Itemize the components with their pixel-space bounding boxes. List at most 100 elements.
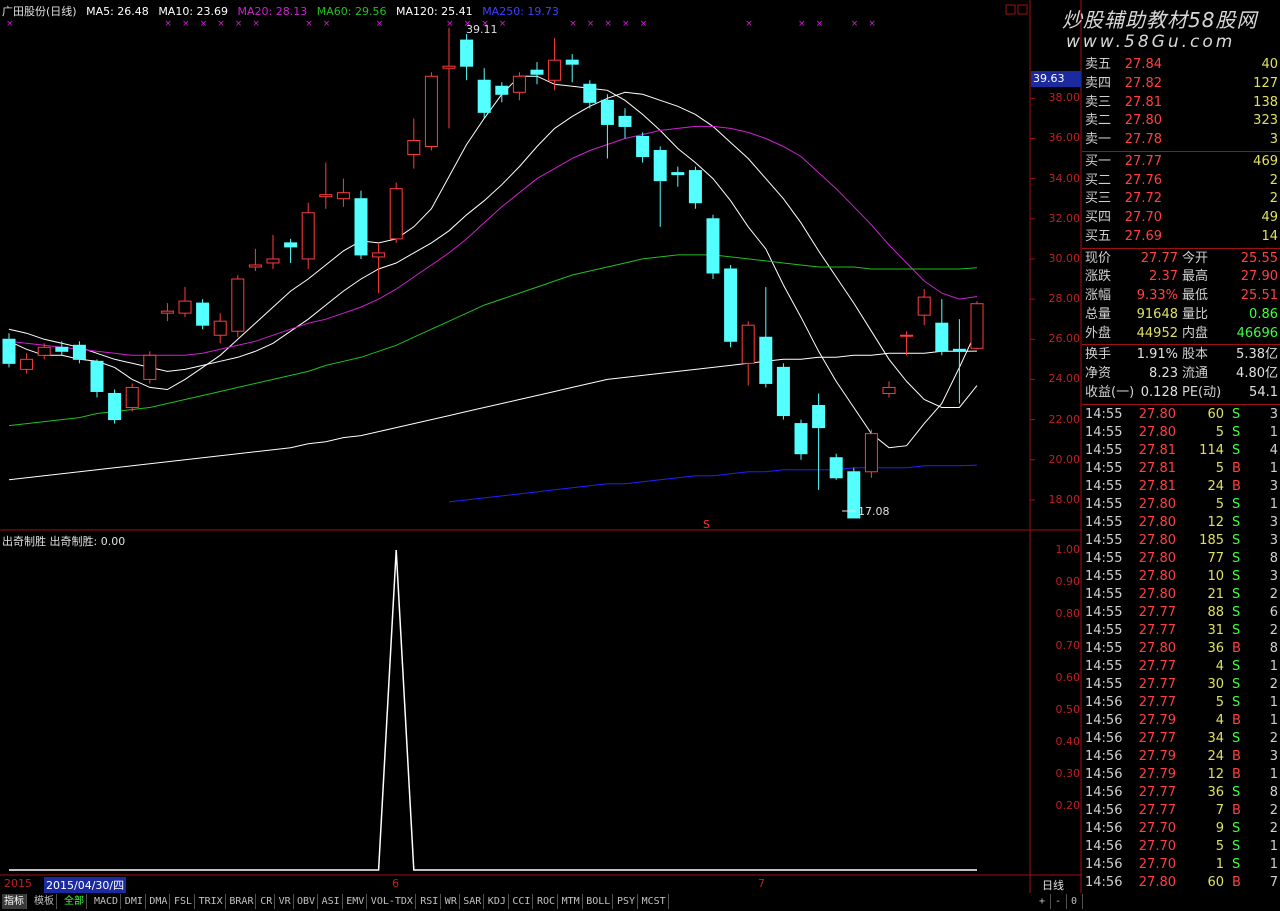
tab-cci[interactable]: CCI <box>510 894 534 909</box>
sell-level-row[interactable]: 卖四 27.82 127 <box>1082 75 1280 93</box>
tick-row[interactable]: 14:56 27.79 12 B 1 <box>1082 766 1280 784</box>
tick-volume: 7 <box>1215 802 1224 818</box>
tick-row[interactable]: 14:56 27.80 60 B 7 <box>1082 874 1280 892</box>
stat-row[interactable]: 净资 8.23 流通 4.80亿 <box>1082 365 1280 383</box>
candle-up <box>882 386 896 394</box>
quote-row[interactable]: 总量 91648 量比 0.86 <box>1082 306 1280 324</box>
window-restore-icon[interactable] <box>1005 4 1016 15</box>
tab-sar[interactable]: SAR <box>461 894 485 909</box>
buy-level-row[interactable]: 买五 27.69 14 <box>1082 228 1280 246</box>
window-close-icon[interactable] <box>1017 4 1028 15</box>
tick-row[interactable]: 14:55 27.80 36 B 8 <box>1082 640 1280 658</box>
tick-row[interactable]: 14:56 27.77 7 B 2 <box>1082 802 1280 820</box>
tick-row[interactable]: 14:56 27.70 9 S 2 <box>1082 820 1280 838</box>
zoom-in-button[interactable]: + <box>1034 894 1051 909</box>
tick-count: 2 <box>1269 820 1278 836</box>
tick-row[interactable]: 14:56 27.77 5 S 1 <box>1082 694 1280 712</box>
quote-row[interactable]: 涨幅 9.33% 最低 25.51 <box>1082 287 1280 305</box>
tick-row[interactable]: 14:55 27.77 30 S 2 <box>1082 676 1280 694</box>
quote-panel: 卖五 27.84 40 卖四 27.82 127 卖三 27.81 138 卖二 27.80 323 卖… <box>1082 56 1280 911</box>
stat-value: 0.128 <box>1140 384 1178 400</box>
tick-row[interactable]: 14:55 27.80 10 S 3 <box>1082 568 1280 586</box>
tab-kdj[interactable]: KDJ <box>486 894 509 909</box>
tick-price: 27.80 <box>1138 424 1176 440</box>
tick-row[interactable]: 14:55 27.80 77 S 8 <box>1082 550 1280 568</box>
tab-psy[interactable]: PSY <box>615 894 639 909</box>
tick-row[interactable]: 14:55 27.80 5 S 1 <box>1082 496 1280 514</box>
tick-row[interactable]: 14:56 27.70 1 S 1 <box>1082 856 1280 874</box>
tick-row[interactable]: 14:55 27.77 31 S 2 <box>1082 622 1280 640</box>
tick-volume: 36 <box>1207 784 1224 800</box>
tick-row[interactable]: 14:55 27.81 24 B 3 <box>1082 478 1280 496</box>
tab-dma[interactable]: DMA <box>147 894 171 909</box>
quote-row[interactable]: 外盘 44952 内盘 46696 <box>1082 325 1280 343</box>
tick-row[interactable]: 14:56 27.70 5 S 1 <box>1082 838 1280 856</box>
tab-brar[interactable]: BRAR <box>227 894 257 909</box>
tick-row[interactable]: 14:55 27.80 5 S 1 <box>1082 424 1280 442</box>
stat-row[interactable]: 换手 1.91% 股本 5.38亿 <box>1082 346 1280 364</box>
tick-row[interactable]: 14:55 27.80 185 S 3 <box>1082 532 1280 550</box>
buy-level-row[interactable]: 买二 27.76 2 <box>1082 172 1280 190</box>
tab-mcst[interactable]: MCST <box>640 894 669 909</box>
candle-up <box>424 75 438 148</box>
tick-row[interactable]: 14:55 27.81 114 S 4 <box>1082 442 1280 460</box>
tick-row[interactable]: 14:55 27.80 60 S 3 <box>1082 406 1280 424</box>
tick-time: 14:56 <box>1085 838 1123 854</box>
tick-time: 14:55 <box>1085 640 1123 656</box>
tab-wr[interactable]: WR <box>443 894 460 909</box>
candle-up <box>336 192 350 200</box>
stat-row[interactable]: 收益(一) 0.128 PE(动) 54.1 <box>1082 384 1280 402</box>
buy-level-row[interactable]: 买一 27.77 469 <box>1082 153 1280 171</box>
tab-emv[interactable]: EMV <box>344 894 368 909</box>
buy-level-row[interactable]: 买三 27.72 2 <box>1082 190 1280 208</box>
tick-side: B <box>1232 478 1241 494</box>
ma120-label: MA120: 25.41 <box>395 5 473 18</box>
tab-boll[interactable]: BOLL <box>584 894 614 909</box>
candle-up <box>301 212 315 260</box>
tab-rsi[interactable]: RSI <box>418 894 442 909</box>
tick-row[interactable]: 14:55 27.77 4 S 1 <box>1082 658 1280 676</box>
tick-row[interactable]: 14:56 27.77 36 S 8 <box>1082 784 1280 802</box>
tab-macd[interactable]: MACD <box>92 894 122 909</box>
tick-count: 4 <box>1269 442 1278 458</box>
tab-dmi[interactable]: DMI <box>123 894 146 909</box>
tick-row[interactable]: 14:56 27.79 4 B 1 <box>1082 712 1280 730</box>
tick-row[interactable]: 14:55 27.80 12 S 3 <box>1082 514 1280 532</box>
tab-vr[interactable]: VR <box>277 894 294 909</box>
tab-fsl[interactable]: FSL <box>172 894 196 909</box>
tab-vol-tdx[interactable]: VOL-TDX <box>369 894 416 909</box>
tick-row[interactable]: 14:55 27.77 88 S 6 <box>1082 604 1280 622</box>
indicator-plot <box>9 549 977 871</box>
period-label[interactable]: 日线 <box>1042 877 1064 893</box>
candle-down <box>706 218 720 274</box>
tab-trix[interactable]: TRIX <box>197 894 226 909</box>
tab-cr[interactable]: CR <box>258 894 276 909</box>
tick-row[interactable]: 14:56 27.77 34 S 2 <box>1082 730 1280 748</box>
reset-button[interactable]: 0 <box>1066 894 1083 909</box>
tick-row[interactable]: 14:55 27.81 5 B 1 <box>1082 460 1280 478</box>
sell-level-row[interactable]: 卖五 27.84 40 <box>1082 56 1280 74</box>
zoom-out-button[interactable]: - <box>1050 894 1067 909</box>
tick-count: 2 <box>1269 586 1278 602</box>
tick-row[interactable]: 14:56 27.79 24 B 3 <box>1082 748 1280 766</box>
tab-roc[interactable]: ROC <box>535 894 559 909</box>
candle-up <box>248 264 262 268</box>
buy-level-row[interactable]: 买四 27.70 49 <box>1082 209 1280 227</box>
tab-obv[interactable]: OBV <box>295 894 319 909</box>
tick-row[interactable]: 14:55 27.80 21 S 2 <box>1082 586 1280 604</box>
signal-marker: × <box>622 19 630 29</box>
tab-asi[interactable]: ASI <box>320 894 343 909</box>
quote-row[interactable]: 涨跌 2.37 最高 27.90 <box>1082 268 1280 286</box>
tab-mtm[interactable]: MTM <box>560 894 583 909</box>
tab--[interactable]: 指标 <box>2 894 27 909</box>
tick-count: 8 <box>1269 640 1278 656</box>
tab--[interactable]: 全部 <box>62 894 87 909</box>
candle-down <box>794 423 808 455</box>
sell-level-row[interactable]: 卖一 27.78 3 <box>1082 131 1280 149</box>
sell-level-row[interactable]: 卖三 27.81 138 <box>1082 94 1280 112</box>
quote-row[interactable]: 现价 27.77 今开 25.55 <box>1082 250 1280 268</box>
signal-markers: × × × × × × × × × × × × × × × × × × × × × × × × <box>6 19 876 29</box>
sell-level-row[interactable]: 卖二 27.80 323 <box>1082 112 1280 130</box>
tab--[interactable]: 模板 <box>32 894 57 909</box>
candle-down <box>284 242 298 248</box>
